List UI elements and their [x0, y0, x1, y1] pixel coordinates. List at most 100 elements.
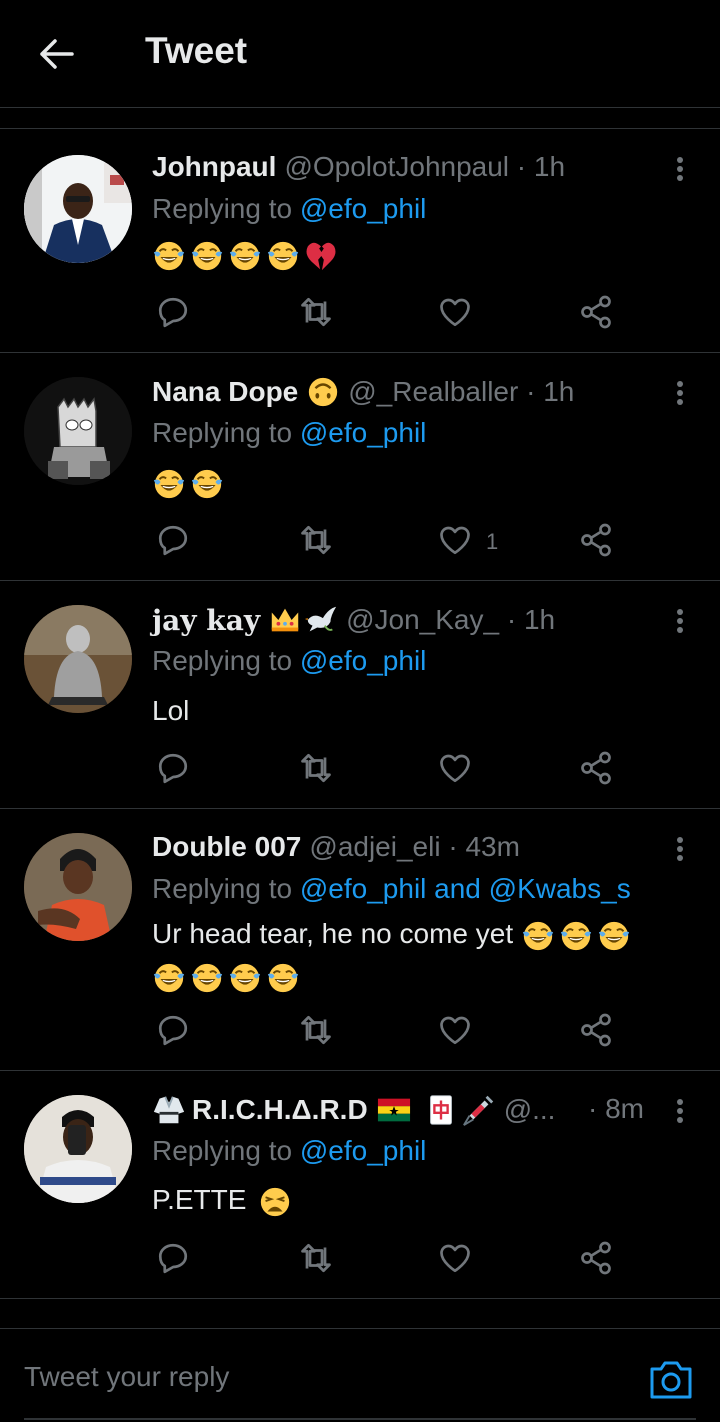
retweet-button[interactable] — [296, 748, 336, 788]
replying-to: Replying to @efo_phil and @Kwabs_s — [152, 873, 631, 905]
avatar-image — [24, 377, 132, 485]
tweet-time[interactable]: · 8m — [588, 1093, 644, 1125]
retweet-icon — [298, 1240, 334, 1276]
mention-link[interactable]: @efo_phil — [300, 645, 427, 676]
mention-link[interactable]: @efo_phil and @Kwabs_s — [300, 873, 631, 904]
like-count: 1 — [486, 529, 499, 554]
tweet-time-wrap: · 8m — [588, 1093, 644, 1125]
tweet-header: R.I.C.H.Δ.R.D @... — [152, 1093, 555, 1127]
avatar[interactable] — [24, 155, 132, 263]
syringe-emoji — [462, 1093, 496, 1127]
author-name[interactable]: R.I.C.H.Δ.R.D — [192, 1094, 368, 1126]
author-handle[interactable]: @_Realballer · 1h — [348, 376, 574, 408]
reply-tweet[interactable]: jay kay @Jon_Kay_ · 1h Replying to @efo_… — [0, 581, 720, 809]
share-icon — [578, 750, 614, 786]
laughing-tears-emoji — [190, 961, 224, 995]
retweet-button[interactable] — [296, 292, 336, 332]
reply-button[interactable] — [153, 292, 193, 332]
reply-tweet[interactable]: Nana Dope @_Realballer · 1h Replying to … — [0, 353, 720, 581]
reply-tweet[interactable]: R.I.C.H.Δ.R.D @... · 8m Replying to @efo… — [0, 1071, 720, 1299]
reply-button[interactable] — [153, 748, 193, 788]
tweet-text: Lol — [152, 695, 190, 726]
retweet-icon — [298, 750, 334, 786]
avatar-image — [24, 605, 132, 713]
avatar[interactable] — [24, 605, 132, 713]
martial-arts-uniform-emoji — [152, 1093, 186, 1127]
laughing-tears-emoji — [190, 467, 224, 501]
tweet-text-body: Ur head tear, he no come yet — [152, 918, 514, 949]
retweet-button[interactable] — [296, 1010, 336, 1050]
crown-emoji — [268, 603, 302, 637]
back-button[interactable] — [30, 30, 82, 78]
like-button[interactable] — [435, 1010, 475, 1050]
avatar-image — [24, 155, 132, 263]
author-name[interactable]: jay kay — [152, 604, 260, 637]
more-icon[interactable] — [668, 153, 692, 185]
replying-to: Replying to @efo_phil — [152, 193, 426, 225]
reply-icon — [155, 1240, 191, 1276]
retweet-button[interactable] — [296, 520, 336, 560]
app-header: Tweet — [0, 0, 720, 108]
avatar[interactable] — [24, 833, 132, 941]
mention-link[interactable]: @efo_phil — [300, 193, 427, 224]
like-button[interactable] — [435, 748, 475, 788]
laughing-tears-emoji — [152, 467, 186, 501]
reply-tweet[interactable]: Johnpaul @OpolotJohnpaul · 1h Replying t… — [0, 129, 720, 353]
more-icon[interactable] — [668, 605, 692, 637]
back-arrow-icon — [40, 39, 74, 69]
dove-emoji — [304, 603, 338, 637]
avatar-image — [24, 1095, 132, 1203]
reply-button[interactable] — [153, 1238, 193, 1278]
like-button[interactable] — [435, 520, 475, 560]
reply-icon — [155, 522, 191, 558]
camera-button[interactable] — [648, 1359, 694, 1401]
like-icon — [437, 1240, 473, 1276]
share-icon — [578, 1240, 614, 1276]
replying-prefix: Replying to — [152, 873, 293, 904]
author-name[interactable]: Johnpaul — [152, 151, 276, 183]
retweet-icon — [298, 1012, 334, 1048]
replying-prefix: Replying to — [152, 417, 293, 448]
share-button[interactable] — [576, 1010, 616, 1050]
tweet-header: Johnpaul @OpolotJohnpaul · 1h — [152, 151, 565, 183]
more-icon[interactable] — [668, 833, 692, 865]
tweet-text — [152, 233, 672, 275]
avatar[interactable] — [24, 377, 132, 485]
like-button[interactable] — [435, 1238, 475, 1278]
share-icon — [578, 294, 614, 330]
author-handle[interactable]: @adjei_eli · 43m — [309, 831, 520, 863]
mention-link[interactable]: @efo_phil — [300, 1135, 427, 1166]
author-name[interactable]: Nana Dope — [152, 376, 298, 408]
tweet-text-body: P.ETTE — [152, 1184, 247, 1215]
share-button[interactable] — [576, 748, 616, 788]
laughing-tears-emoji — [152, 239, 186, 273]
reply-icon — [155, 750, 191, 786]
reply-input[interactable]: Tweet your reply — [24, 1361, 229, 1393]
more-icon[interactable] — [668, 1095, 692, 1127]
author-handle[interactable]: @... — [504, 1094, 556, 1126]
laughing-tears-emoji — [228, 239, 262, 273]
avatar[interactable] — [24, 1095, 132, 1203]
author-name[interactable]: Double 007 — [152, 831, 301, 863]
reply-button[interactable] — [153, 520, 193, 560]
share-button[interactable] — [576, 520, 616, 560]
more-icon[interactable] — [668, 377, 692, 409]
laughing-tears-emoji — [152, 961, 186, 995]
author-handle[interactable]: @Jon_Kay_ · 1h — [346, 604, 555, 636]
replying-prefix: Replying to — [152, 1135, 293, 1166]
like-icon — [437, 294, 473, 330]
share-button[interactable] — [576, 1238, 616, 1278]
like-button[interactable] — [435, 292, 475, 332]
retweet-button[interactable] — [296, 1238, 336, 1278]
composer-underline — [24, 1418, 696, 1420]
replying-to: Replying to @efo_phil — [152, 1135, 426, 1167]
reply-button[interactable] — [153, 1010, 193, 1050]
reply-icon — [155, 1012, 191, 1048]
share-button[interactable] — [576, 292, 616, 332]
tweet-text — [152, 461, 672, 503]
laughing-tears-emoji — [190, 239, 224, 273]
reply-tweet[interactable]: Double 007 @adjei_eli · 43m Replying to … — [0, 809, 720, 1071]
tweet-header: Double 007 @adjei_eli · 43m — [152, 831, 520, 863]
author-handle[interactable]: @OpolotJohnpaul · 1h — [284, 151, 565, 183]
mention-link[interactable]: @efo_phil — [300, 417, 427, 448]
